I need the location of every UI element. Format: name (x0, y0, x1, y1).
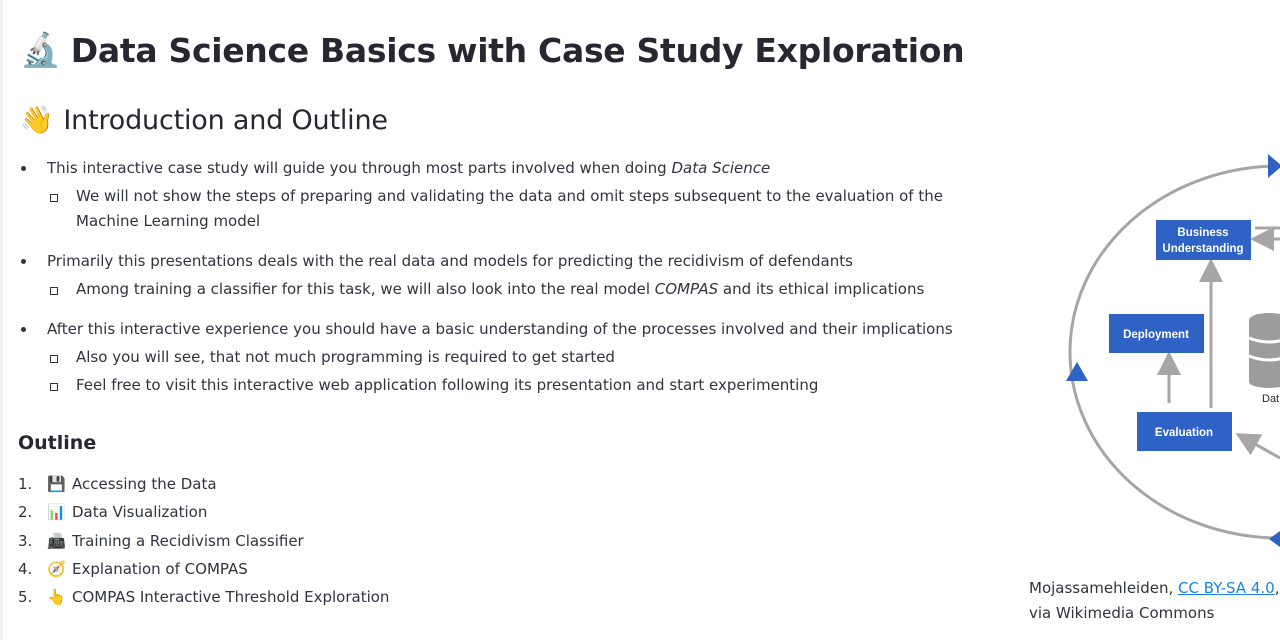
outline-item: 1. 💾 Accessing the Data (18, 470, 389, 498)
left-border (0, 0, 3, 640)
outline-item: 3. 📠 Training a Recidivism Classifier (18, 527, 389, 555)
sub-bullets: Among training a classifier for this tas… (47, 277, 998, 302)
license-link[interactable]: CC BY-SA 4.0 (1178, 579, 1275, 597)
page-title-text: Data Science Basics with Case Study Expl… (70, 30, 965, 70)
floppy-disk-icon: 💾 (47, 475, 66, 493)
compass-icon: 🧭 (47, 559, 66, 578)
database-icon (1248, 313, 1280, 388)
waving-hand-icon: 👋 (20, 105, 54, 136)
page-title: 🔬 Data Science Basics with Case Study Ex… (20, 30, 965, 70)
bullet-item: This interactive case study will guide y… (18, 156, 998, 249)
sub-bullet-item: Among training a classifier for this tas… (47, 277, 998, 302)
outline-item: 2. 📊 Data Visualization (18, 498, 389, 526)
outline-list: 1. 💾 Accessing the Data 2. 📊 Data Visualizat… (18, 470, 389, 611)
bullet-item: Primarily this presentations deals with … (18, 249, 998, 317)
data-label: Dat (1262, 393, 1279, 405)
sub-bullet-item: Feel free to visit this interactive web … (47, 373, 998, 398)
intro-heading-text: Introduction and Outline (63, 104, 388, 136)
pointing-hand-icon: 👆 (47, 588, 66, 607)
bullet-item: After this interactive experience you sh… (18, 317, 998, 398)
bar-chart-icon: 📊 (47, 503, 66, 522)
sub-bullet-item: Also you will see, that not much program… (47, 345, 998, 370)
svg-text:Evaluation: Evaluation (1155, 427, 1213, 439)
intro-bullets: This interactive case study will guide y… (18, 156, 998, 401)
intro-heading: 👋 Introduction and Outline (20, 104, 388, 137)
arrow-to-eval (1235, 433, 1280, 460)
outline-item: 5. 👆 COMPAS Interactive Threshold Explorat… (18, 583, 389, 611)
cycle-arrow-bottom (1269, 531, 1280, 547)
image-caption: Mojassamehleiden, CC BY-SA 4.0, F via Wi… (1029, 579, 1280, 622)
sub-bullets: Also you will see, that not much program… (47, 345, 998, 398)
microscope-icon: 🔬 (20, 30, 61, 69)
cycle-arrow-top (1268, 154, 1280, 178)
box-business-line2: Understanding (1162, 243, 1243, 255)
machine-icon: 📠 (47, 531, 66, 550)
outline-item: 4. 🧭 Explanation of COMPAS (18, 555, 389, 583)
svg-text:Deployment: Deployment (1123, 329, 1189, 341)
sub-bullet-item: We will not show the steps of preparing … (47, 184, 998, 234)
sub-bullets: We will not show the steps of preparing … (47, 184, 998, 234)
crisp-dm-diagram: Business Understanding Deployment Evalua… (1066, 154, 1280, 547)
outline-heading: Outline (18, 432, 97, 454)
box-business-line1: Business (1177, 227, 1228, 239)
